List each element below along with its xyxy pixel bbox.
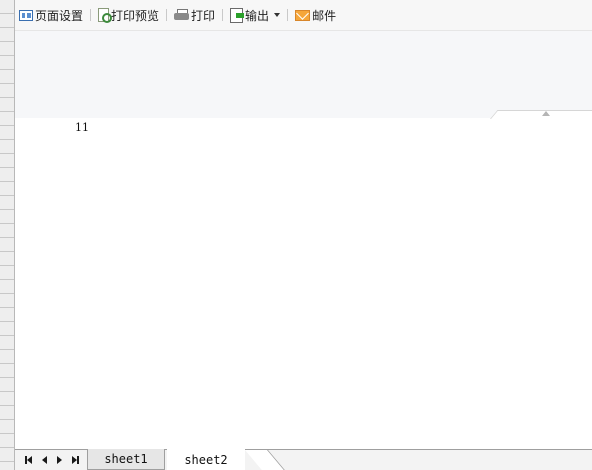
last-sheet-bar — [76, 456, 79, 464]
sheet-tab-bar: sheet1 sheet2 — [15, 449, 592, 470]
export-icon — [230, 7, 245, 23]
mail-label: 邮件 — [312, 8, 337, 23]
print-button[interactable]: 打印 — [172, 5, 217, 25]
export-button[interactable]: 输出 — [228, 5, 282, 25]
page-setup-label: 页面设置 — [35, 8, 84, 23]
prev-sheet-button[interactable] — [38, 454, 50, 466]
print-preview-label: 打印预览 — [111, 8, 160, 23]
panel-toggle-tab[interactable] — [490, 110, 592, 119]
collapsed-parameter-panel — [15, 31, 592, 118]
sheet-tab-label: sheet2 — [184, 452, 228, 467]
next-sheet-icon — [56, 456, 62, 464]
mail-button[interactable]: 邮件 — [293, 5, 338, 25]
chevron-down-icon[interactable] — [274, 13, 281, 17]
sheet-tab-label: sheet1 — [104, 452, 148, 466]
print-label: 打印 — [191, 8, 216, 23]
prev-sheet-icon — [41, 456, 47, 464]
mail-icon — [295, 9, 311, 21]
row-header-strip — [0, 0, 15, 470]
next-sheet-button[interactable] — [53, 454, 65, 466]
report-toolbar: 页面设置 打印预览 打印 输出 邮件 — [15, 0, 592, 31]
active-tab-edge — [245, 450, 285, 470]
chevron-up-icon[interactable] — [542, 111, 550, 116]
first-sheet-button[interactable] — [22, 454, 34, 466]
export-label: 输出 — [245, 8, 270, 23]
print-preview-icon — [98, 8, 113, 23]
page-setup-icon — [19, 9, 33, 21]
sheet-tab-sheet2[interactable]: sheet2 — [167, 449, 245, 470]
first-sheet-icon — [26, 456, 32, 464]
sheet-cell[interactable]: 11 — [75, 121, 89, 134]
toolbar-separator — [90, 9, 92, 21]
toolbar-separator — [287, 9, 289, 21]
last-sheet-button[interactable] — [69, 454, 81, 466]
page-setup-button[interactable]: 页面设置 — [17, 5, 85, 25]
toolbar-separator — [166, 9, 168, 21]
printer-icon — [174, 8, 190, 22]
print-preview-button[interactable]: 打印预览 — [96, 5, 161, 25]
toolbar-separator — [222, 9, 224, 21]
sheet-tab-sheet1[interactable]: sheet1 — [87, 449, 165, 470]
